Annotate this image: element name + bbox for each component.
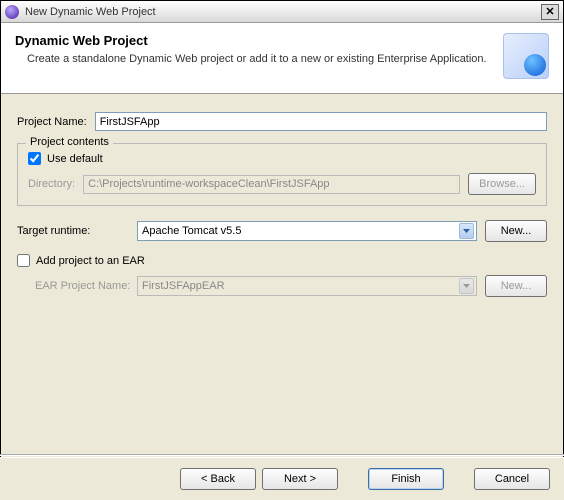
target-runtime-label: Target runtime:	[17, 225, 129, 237]
directory-label: Directory:	[28, 178, 75, 190]
finish-button[interactable]: Finish	[368, 468, 444, 490]
new-ear-button: New...	[485, 275, 547, 297]
close-button[interactable]: ✕	[541, 4, 559, 20]
new-runtime-button[interactable]: New...	[485, 220, 547, 242]
next-button[interactable]: Next >	[262, 468, 338, 490]
use-default-label: Use default	[47, 153, 103, 165]
eclipse-icon	[5, 5, 19, 19]
add-to-ear-checkbox[interactable]	[17, 254, 30, 267]
ear-project-select: FirstJSFAppEAR	[137, 276, 477, 296]
window-title: New Dynamic Web Project	[25, 6, 541, 18]
ear-project-label: EAR Project Name:	[35, 280, 129, 292]
close-icon: ✕	[545, 5, 554, 18]
add-to-ear-label: Add project to an EAR	[36, 255, 145, 267]
chevron-down-icon	[459, 278, 474, 294]
back-button[interactable]: < Back	[180, 468, 256, 490]
wizard-content: Project Name: Project contents Use defau…	[1, 94, 563, 317]
wizard-footer: < Back Next > Finish Cancel	[0, 457, 564, 500]
globe-icon	[503, 33, 549, 79]
cancel-button[interactable]: Cancel	[474, 468, 550, 490]
banner-description: Create a standalone Dynamic Web project …	[15, 52, 495, 67]
project-contents-group: Project contents Use default Directory: …	[17, 143, 547, 206]
ear-project-value: FirstJSFAppEAR	[142, 280, 225, 292]
target-runtime-select[interactable]: Apache Tomcat v5.5	[137, 221, 477, 241]
divider	[0, 454, 564, 456]
chevron-down-icon	[459, 223, 474, 239]
use-default-checkbox[interactable]	[28, 152, 41, 165]
titlebar: New Dynamic Web Project ✕	[1, 1, 563, 23]
project-name-label: Project Name:	[17, 116, 87, 128]
project-name-input[interactable]	[95, 112, 547, 131]
project-contents-legend: Project contents	[26, 136, 113, 148]
banner-title: Dynamic Web Project	[15, 33, 495, 48]
directory-input	[83, 175, 460, 194]
target-runtime-value: Apache Tomcat v5.5	[142, 225, 241, 237]
browse-button: Browse...	[468, 173, 536, 195]
wizard-banner: Dynamic Web Project Create a standalone …	[1, 23, 563, 94]
